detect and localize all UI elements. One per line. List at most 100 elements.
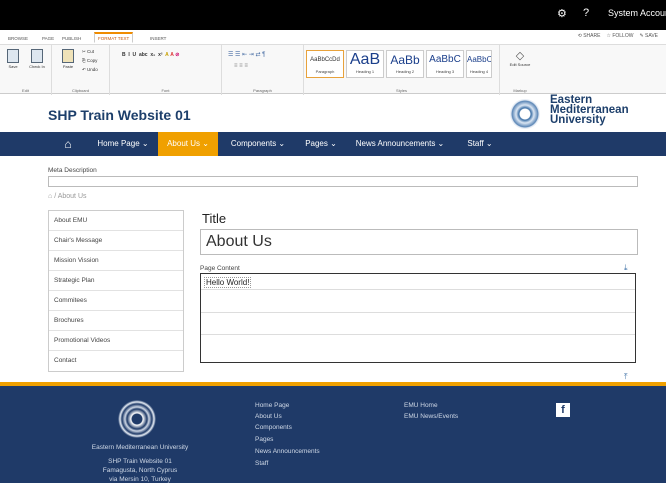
paragraph-list-buttons[interactable]: ☰ ☰ ⇤ ⇥ ⇄ ¶ bbox=[228, 51, 265, 58]
site-footer: Eastern Mediterranean University SHP Tra… bbox=[0, 386, 666, 483]
facebook-icon[interactable]: f bbox=[556, 403, 570, 417]
follow-button[interactable]: ☆ FOLLOW bbox=[606, 33, 633, 39]
meta-description-label: Meta Description bbox=[48, 167, 97, 174]
university-logo[interactable]: Eastern Mediterranean University bbox=[510, 94, 650, 131]
leftnav-strategic-plan[interactable]: Strategic Plan bbox=[49, 271, 183, 291]
nav-news-announcements[interactable]: News Announcements ⌄ bbox=[348, 132, 452, 156]
footer-link-emu-news[interactable]: EMU News/Events bbox=[404, 413, 458, 420]
tab-publish[interactable]: PUBLISH bbox=[62, 33, 81, 44]
tab-browse[interactable]: BROWSE bbox=[8, 33, 28, 44]
nav-home-icon[interactable]: ⌂ bbox=[58, 132, 78, 156]
style-sample: AaBbCc bbox=[467, 55, 492, 64]
cut-button[interactable]: ✂ Cut bbox=[82, 49, 94, 55]
tab-format-text[interactable]: FORMAT TEXT bbox=[94, 32, 134, 43]
save-button-label: Save bbox=[8, 64, 18, 69]
style-sample: AaBb bbox=[390, 53, 420, 67]
tab-page[interactable]: PAGE bbox=[42, 33, 54, 44]
editor-row-divider bbox=[201, 334, 635, 335]
editor-text[interactable]: Hello World! bbox=[204, 277, 252, 288]
nav-staff[interactable]: Staff ⌄ bbox=[460, 132, 500, 156]
copy-button[interactable]: ⎘ Copy bbox=[82, 58, 97, 63]
leftnav-contact[interactable]: Contact bbox=[49, 351, 183, 371]
footer-link-about[interactable]: About Us bbox=[255, 413, 282, 420]
footer-link-news[interactable]: News Announcements bbox=[255, 448, 320, 455]
footer-link-emu-home[interactable]: EMU Home bbox=[404, 402, 438, 409]
checkin-icon bbox=[31, 49, 43, 63]
breadcrumb: ⌂ / About Us bbox=[48, 193, 87, 200]
account-menu[interactable]: System Account bbox=[608, 8, 666, 18]
style-paragraph[interactable]: AaBbCcDd Paragraph bbox=[306, 50, 344, 78]
university-seal-icon bbox=[510, 99, 540, 129]
ribbon-group-markup: ◇ Edit Source Markup bbox=[500, 45, 540, 95]
site-title[interactable]: SHP Train Website 01 bbox=[48, 107, 191, 123]
ribbon-tabs: BROWSE PAGE PUBLISH FORMAT TEXT INSERT bbox=[0, 31, 666, 44]
checkin-button[interactable]: Check In bbox=[25, 49, 49, 69]
undo-label: Undo bbox=[87, 67, 98, 72]
save-page-button[interactable]: ✎ SAVE bbox=[639, 33, 658, 39]
leftnav-chairs-message[interactable]: Chair's Message bbox=[49, 231, 183, 251]
title-input[interactable]: About Us bbox=[200, 229, 638, 255]
page-content-label: Page Content bbox=[200, 265, 240, 272]
group-label-edit: Edit bbox=[22, 88, 29, 93]
leftnav-brochures[interactable]: Brochures bbox=[49, 311, 183, 331]
style-name: Heading 1 bbox=[355, 69, 375, 74]
title-field-label: Title bbox=[202, 211, 227, 226]
nav-home-page[interactable]: Home Page ⌄ bbox=[88, 132, 158, 156]
style-name: Paragraph bbox=[315, 69, 335, 74]
edit-source-button[interactable]: ◇ Edit Source bbox=[506, 49, 534, 67]
share-button[interactable]: ⟲ SHARE bbox=[578, 33, 601, 39]
footer-link-pages[interactable]: Pages bbox=[255, 436, 273, 443]
editor-row-divider bbox=[201, 289, 635, 290]
paste-icon bbox=[62, 49, 74, 63]
footer-seal-icon bbox=[118, 400, 156, 438]
edit-source-label: Edit Source bbox=[509, 62, 531, 67]
paste-label: Paste bbox=[62, 64, 74, 69]
editor-row-divider bbox=[201, 312, 635, 313]
page-content-editor[interactable]: Hello World! bbox=[200, 273, 636, 363]
breadcrumb-home-icon[interactable]: ⌂ bbox=[48, 193, 52, 200]
undo-button[interactable]: ↶ Undo bbox=[82, 67, 98, 73]
help-icon[interactable]: ? bbox=[583, 7, 589, 19]
leftnav-about-emu[interactable]: About EMU bbox=[49, 211, 183, 231]
leftnav-commitees[interactable]: Commitees bbox=[49, 291, 183, 311]
footer-site: SHP Train Website 01 bbox=[108, 458, 172, 465]
paragraph-align-buttons[interactable]: ≡ ≡ ≡ bbox=[234, 63, 248, 69]
footer-address-1: Famagusta, North Cyprus bbox=[102, 467, 178, 474]
left-navigation: About EMU Chair's Message Mission Vissio… bbox=[48, 210, 184, 372]
footer-link-home[interactable]: Home Page bbox=[255, 402, 289, 409]
style-name: Heading 3 bbox=[435, 69, 455, 74]
footer-link-staff[interactable]: Staff bbox=[255, 460, 268, 467]
edit-source-icon: ◇ bbox=[515, 50, 525, 62]
copy-label: Copy bbox=[86, 58, 98, 63]
nav-components[interactable]: Components ⌄ bbox=[222, 132, 294, 156]
ribbon-actions: ⟲ SHARE ☆ FOLLOW ✎ SAVE bbox=[578, 33, 658, 39]
style-heading-2[interactable]: AaBb Heading 2 bbox=[386, 50, 424, 78]
footer-link-components[interactable]: Components bbox=[255, 424, 292, 431]
footer-address-2: via Mersin 10, Turkey bbox=[109, 476, 171, 483]
meta-description-input[interactable] bbox=[48, 176, 638, 187]
university-name: Eastern Mediterranean University bbox=[550, 94, 629, 126]
ribbon-group-paragraph: ☰ ☰ ⇤ ⇥ ⇄ ¶ ≡ ≡ ≡ Paragraph bbox=[222, 45, 304, 95]
group-label-styles: Styles bbox=[396, 88, 407, 93]
save-button[interactable]: Save bbox=[4, 49, 22, 69]
ribbon-group-edit: Save Check In Edit bbox=[0, 45, 52, 95]
download-arrow-icon[interactable]: ⤓ bbox=[624, 263, 628, 273]
style-heading-4[interactable]: AaBbCc Heading 4 bbox=[466, 50, 492, 78]
nav-about-us[interactable]: About Us ⌄ bbox=[158, 132, 218, 156]
breadcrumb-separator: / bbox=[54, 193, 57, 200]
style-heading-3[interactable]: AaBbC Heading 3 bbox=[426, 50, 464, 78]
settings-gear-icon[interactable]: ⚙ bbox=[557, 7, 567, 20]
paste-button[interactable]: Paste bbox=[60, 49, 76, 69]
leftnav-promotional-videos[interactable]: Promotional Videos bbox=[49, 331, 183, 351]
style-heading-1[interactable]: AaB Heading 1 bbox=[346, 50, 384, 78]
back-to-top-icon[interactable]: ⤒ bbox=[624, 372, 628, 382]
ribbon-group-styles: AaBbCcDd Paragraph AaB Heading 1 AaBb Headi… bbox=[304, 45, 500, 95]
font-format-buttons[interactable]: B I U abc x₂ x² A A ⊘ bbox=[122, 52, 179, 58]
ribbon: Save Check In Edit Paste ✂ Cut ⎘ Copy ↶ … bbox=[0, 44, 666, 95]
checkin-label: Check In bbox=[29, 64, 45, 69]
leftnav-mission-vission[interactable]: Mission Vission bbox=[49, 251, 183, 271]
tab-insert[interactable]: INSERT bbox=[150, 33, 166, 44]
group-label-font: Font bbox=[161, 88, 170, 93]
nav-pages[interactable]: Pages ⌄ bbox=[298, 132, 344, 156]
group-label-clipboard: Clipboard bbox=[71, 88, 90, 93]
